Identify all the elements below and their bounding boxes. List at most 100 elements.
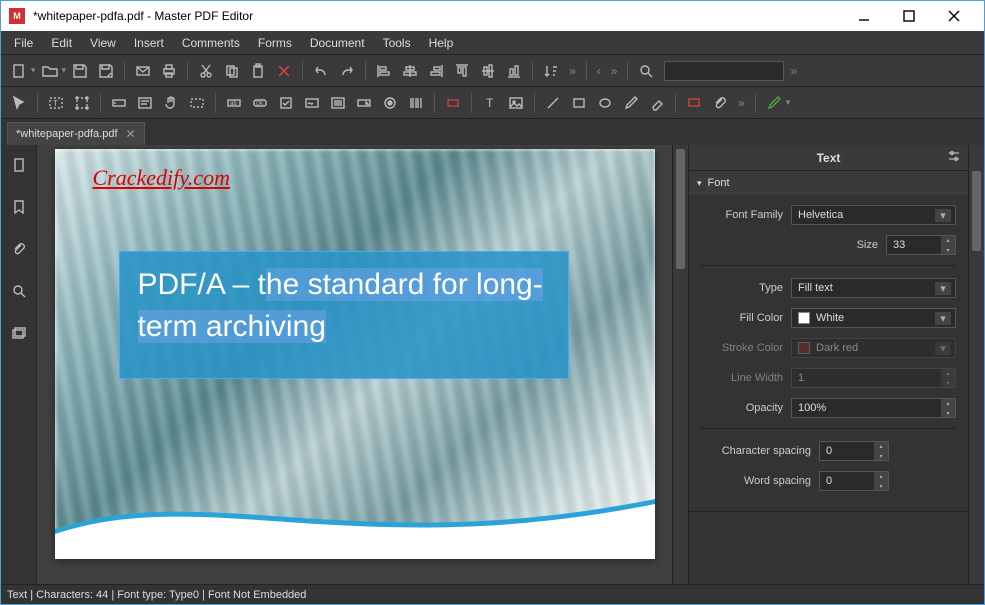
search-icon[interactable] — [634, 59, 658, 83]
document-tab[interactable]: *whitepaper-pdfa.pdf ✕ — [7, 122, 145, 145]
canvas-scrollbar[interactable] — [672, 145, 688, 584]
search-input[interactable] — [664, 61, 784, 81]
delete-icon[interactable] — [272, 59, 296, 83]
menu-document[interactable]: Document — [301, 33, 374, 53]
redo-icon[interactable] — [335, 59, 359, 83]
watermark-text: Crackedify.com — [93, 165, 230, 191]
checkbox-icon[interactable] — [274, 91, 298, 115]
align-right-icon[interactable] — [424, 59, 448, 83]
panel-settings-icon[interactable] — [946, 148, 962, 167]
canvas[interactable]: Crackedify.com PDF/A – the standard for … — [37, 145, 672, 584]
save-as-icon[interactable] — [94, 59, 118, 83]
properties-scrollbar[interactable] — [968, 145, 984, 584]
line-icon[interactable] — [541, 91, 565, 115]
menu-insert[interactable]: Insert — [125, 33, 173, 53]
form-text-icon[interactable] — [107, 91, 131, 115]
undo-icon[interactable] — [309, 59, 333, 83]
fill-color-label: Fill Color — [701, 312, 783, 324]
sort-icon[interactable] — [539, 59, 563, 83]
svg-text:T: T — [486, 96, 494, 110]
titlebar: M *whitepaper-pdfa.pdf - Master PDF Edit… — [1, 1, 984, 31]
paste-icon[interactable] — [246, 59, 270, 83]
headline-text[interactable]: PDF/A – the standard for long-term archi… — [138, 264, 550, 348]
align-bottom-icon[interactable] — [502, 59, 526, 83]
attachment-icon[interactable] — [708, 91, 732, 115]
toolbar2-overflow-icon[interactable]: » — [734, 96, 749, 110]
email-icon[interactable] — [131, 59, 155, 83]
align-middle-icon[interactable] — [476, 59, 500, 83]
comment-box-icon[interactable] — [682, 91, 706, 115]
highlight-red-icon[interactable] — [441, 91, 465, 115]
insert-text-icon[interactable]: T — [478, 91, 502, 115]
stroke-color-select: Dark red — [791, 338, 956, 358]
page-overflow-icon[interactable]: » — [607, 64, 622, 78]
form-signature-icon[interactable] — [300, 91, 324, 115]
menu-forms[interactable]: Forms — [249, 33, 301, 53]
font-section-header[interactable]: ▾Font — [689, 171, 968, 195]
new-file-icon[interactable] — [7, 59, 31, 83]
font-family-select[interactable]: Helvetica — [791, 205, 956, 225]
search-overflow-icon[interactable]: » — [786, 64, 801, 78]
layers-panel-icon[interactable] — [7, 321, 31, 345]
print-icon[interactable] — [157, 59, 181, 83]
rectangle-icon[interactable] — [567, 91, 591, 115]
statusbar: Text | Characters: 44 | Font type: Type0… — [1, 584, 984, 604]
tab-close-icon[interactable]: ✕ — [126, 127, 136, 141]
type-label: Type — [701, 282, 783, 294]
svg-text:ab: ab — [230, 101, 237, 107]
cut-icon[interactable] — [194, 59, 218, 83]
text-select-icon[interactable]: T — [44, 91, 68, 115]
sign-icon[interactable] — [762, 91, 786, 115]
insert-image-icon[interactable] — [504, 91, 528, 115]
char-spacing-input[interactable]: 0 — [819, 441, 889, 461]
form-field-icon[interactable]: ab — [222, 91, 246, 115]
menu-comments[interactable]: Comments — [173, 33, 249, 53]
pages-panel-icon[interactable] — [7, 153, 31, 177]
menu-file[interactable]: File — [5, 33, 42, 53]
word-spacing-input[interactable]: 0 — [819, 471, 889, 491]
menu-edit[interactable]: Edit — [42, 33, 81, 53]
window-controls — [841, 1, 976, 31]
ellipse-icon[interactable] — [593, 91, 617, 115]
close-button[interactable] — [931, 1, 976, 31]
fill-color-select[interactable]: White — [791, 308, 956, 328]
copy-icon[interactable] — [220, 59, 244, 83]
eraser-icon[interactable] — [645, 91, 669, 115]
opacity-input[interactable]: 100% — [791, 398, 956, 418]
document-tab-label: *whitepaper-pdfa.pdf — [16, 128, 118, 140]
minimize-button[interactable] — [841, 1, 886, 31]
link-icon[interactable] — [185, 91, 209, 115]
radio-icon[interactable] — [378, 91, 402, 115]
align-left-icon[interactable] — [372, 59, 396, 83]
bookmarks-panel-icon[interactable] — [7, 195, 31, 219]
form-button-icon[interactable]: OK — [248, 91, 272, 115]
align-center-h-icon[interactable] — [398, 59, 422, 83]
menu-tools[interactable]: Tools — [374, 33, 420, 53]
save-icon[interactable] — [68, 59, 92, 83]
hand-icon[interactable] — [159, 91, 183, 115]
barcode-icon[interactable] — [404, 91, 428, 115]
size-input[interactable]: 33 — [886, 235, 956, 255]
properties-panel: Text ▾Font Font Family Helvetica Size 33 — [688, 145, 984, 584]
pencil-icon[interactable] — [619, 91, 643, 115]
attachments-panel-icon[interactable] — [7, 237, 31, 261]
toolbar-overflow-icon[interactable]: » — [565, 64, 580, 78]
properties-title: Text — [689, 145, 968, 171]
open-file-icon[interactable] — [38, 59, 62, 83]
menu-view[interactable]: View — [81, 33, 125, 53]
form-list-icon[interactable] — [326, 91, 350, 115]
page-wave-graphic — [55, 469, 655, 559]
type-select[interactable]: Fill text — [791, 278, 956, 298]
pdf-page[interactable]: Crackedify.com PDF/A – the standard for … — [55, 149, 655, 559]
align-top-icon[interactable] — [450, 59, 474, 83]
toolbar-main: ▾ ▾ » ‹ » » — [1, 55, 984, 87]
form-dropdown-icon[interactable] — [352, 91, 376, 115]
maximize-button[interactable] — [886, 1, 931, 31]
menu-help[interactable]: Help — [420, 33, 463, 53]
search-panel-icon[interactable] — [7, 279, 31, 303]
headline-box[interactable]: PDF/A – the standard for long-term archi… — [119, 251, 569, 379]
pointer-icon[interactable] — [7, 91, 31, 115]
page-prev-icon[interactable]: ‹ — [593, 64, 605, 78]
form-textarea-icon[interactable] — [133, 91, 157, 115]
edit-object-icon[interactable] — [70, 91, 94, 115]
